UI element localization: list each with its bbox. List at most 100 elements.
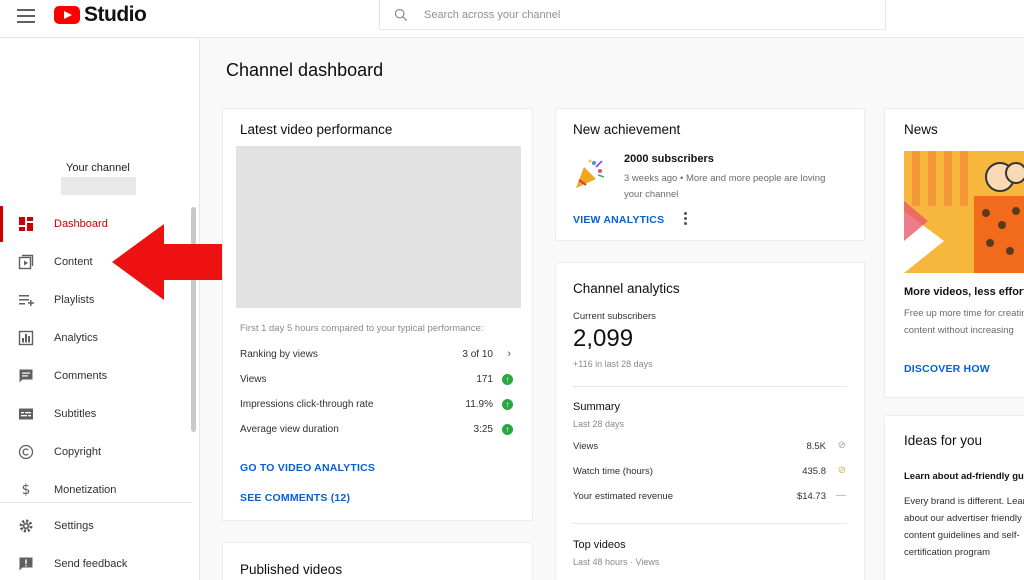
achievement-headline: 2000 subscribers (624, 153, 714, 165)
card-title: Latest video performance (240, 122, 393, 137)
channel-name-blurred (61, 177, 136, 195)
subtitles-icon (18, 406, 34, 422)
stat-row-ctr: Impressions click-through rate 11.9% ↑ (240, 399, 515, 415)
go-to-video-analytics-link[interactable]: GO TO VIDEO ANALYTICS (240, 462, 375, 474)
ideas-description-line: Every brand is different. Learn (904, 496, 1024, 507)
ideas-subtitle: Learn about ad-friendly guidelines (904, 471, 1024, 482)
sidebar-item-label: Analytics (54, 332, 99, 344)
card-title: Ideas for you (904, 433, 983, 448)
summary-label: Views (573, 441, 599, 452)
discover-how-link[interactable]: DISCOVER HOW (904, 363, 990, 375)
top-bar: Studio (0, 0, 1024, 38)
ideas-description-line: about our advertiser friendly (904, 513, 1022, 524)
copyright-icon (18, 444, 34, 460)
latest-video-card: Latest video performance First 1 day 5 h… (222, 108, 533, 521)
sidebar-item-copyright[interactable]: Copyright (0, 434, 192, 470)
channel-name-label[interactable]: Your channel (66, 162, 130, 174)
stat-label: Ranking by views (240, 349, 318, 360)
dash-icon: — (836, 490, 846, 501)
menu-icon[interactable] (17, 9, 35, 23)
feedback-icon (18, 556, 34, 572)
page-title: Channel dashboard (226, 60, 384, 80)
summary-row-revenue: Your estimated revenue $14.73 — (573, 490, 848, 505)
ideas-description: Every brand is different. Learn about ou… (904, 493, 1024, 561)
settings-icon (18, 518, 34, 534)
arrow-up-icon: ↑ (502, 399, 513, 410)
channel-analytics-card: Channel analytics Current subscribers 2,… (555, 262, 865, 580)
summary-value: $14.73 (796, 491, 826, 502)
card-title: Published videos (240, 562, 343, 577)
card-title: New achievement (573, 122, 681, 137)
published-videos-card: Published videos (222, 542, 533, 580)
sidebar-item-label: Monetization (54, 484, 117, 496)
check-circle-icon: ⊘ (837, 440, 846, 451)
logo-text: Studio (84, 3, 147, 26)
sidebar: Your channel Dashboard Content Playlists… (0, 39, 200, 580)
stat-value: 3 of 10 (462, 349, 493, 360)
stat-row-avd: Average view duration 3:25 ↑ (240, 424, 515, 440)
search-bar[interactable] (379, 0, 886, 30)
subscribers-label: Current subscribers (573, 311, 656, 322)
achievement-description: 3 weeks ago • More and more people are l… (624, 173, 826, 200)
sidebar-item-analytics[interactable]: Analytics (0, 320, 192, 356)
news-description: Free up more time for creating content w… (904, 305, 1024, 339)
sidebar-item-label: Content (54, 256, 93, 268)
top-videos-title: Top videos (573, 539, 626, 551)
divider (573, 523, 847, 524)
playlists-icon (18, 292, 34, 308)
summary-row-watch-time: Watch time (hours) 435.8 ⊘ (573, 465, 848, 480)
sidebar-item-comments[interactable]: Comments (0, 358, 192, 394)
news-card: News More videos, less effort Free up mo… (884, 108, 1024, 398)
summary-value: 8.5K (806, 441, 826, 452)
ideas-card: Ideas for you Learn about ad-friendly gu… (884, 415, 1024, 580)
stat-value: 171 (476, 374, 493, 385)
performance-note: First 1 day 5 hours compared to your typ… (240, 323, 484, 334)
subscribers-change: +116 in last 28 days (573, 359, 653, 369)
search-input[interactable] (424, 8, 824, 21)
view-analytics-link[interactable]: VIEW ANALYTICS (573, 214, 664, 226)
news-headline: More videos, less effort (904, 286, 1024, 298)
subscribers-value: 2,099 (573, 325, 634, 352)
chevron-right-icon: › (507, 348, 511, 360)
stat-row-ranking[interactable]: Ranking by views 3 of 10 › (240, 348, 515, 365)
dashboard-icon (18, 216, 34, 232)
video-thumbnail[interactable] (236, 146, 521, 308)
sidebar-item-label: Playlists (54, 294, 95, 306)
sidebar-item-send-feedback[interactable]: Send feedback (0, 546, 192, 580)
stat-label: Views (240, 374, 267, 385)
summary-label: Your estimated revenue (573, 491, 673, 502)
stat-value: 11.9% (465, 399, 493, 410)
sidebar-item-label: Comments (54, 370, 108, 382)
top-videos-period: Last 48 hours · Views (573, 557, 660, 567)
sidebar-item-settings[interactable]: Settings (0, 508, 192, 544)
news-illustration[interactable] (904, 151, 1024, 273)
stat-label: Average view duration (240, 424, 339, 435)
card-title: News (904, 122, 938, 137)
divider (573, 386, 847, 387)
sidebar-item-label: Settings (54, 520, 94, 532)
ideas-description-line: content guidelines and self- (904, 530, 1020, 541)
arrow-up-icon: ↑ (502, 374, 513, 385)
achievement-card: New achievement 2000 subscribers 3 weeks… (555, 108, 865, 241)
sidebar-item-label: Send feedback (54, 558, 128, 570)
news-description-line: Free up more time for creating (904, 308, 1024, 319)
party-popper-icon (576, 159, 605, 188)
summary-title: Summary (573, 401, 621, 413)
monetization-icon: $ (21, 482, 31, 498)
ideas-description-line: certification program (904, 547, 991, 558)
check-circle-icon: ⊘ (837, 465, 846, 476)
stat-label: Impressions click-through rate (240, 399, 374, 410)
more-options-icon[interactable] (684, 212, 688, 226)
arrow-up-icon: ↑ (502, 424, 513, 435)
summary-value: 435.8 (802, 466, 826, 477)
see-comments-link[interactable]: SEE COMMENTS (12) (240, 492, 350, 504)
studio-logo[interactable]: Studio (54, 3, 147, 26)
summary-row-views: Views 8.5K ⊘ (573, 440, 848, 455)
comments-icon (18, 368, 34, 384)
sidebar-item-subtitles[interactable]: Subtitles (0, 396, 192, 432)
content-icon (18, 254, 34, 270)
summary-label: Watch time (hours) (573, 466, 653, 477)
analytics-icon (18, 330, 34, 346)
sidebar-item-label: Dashboard (54, 218, 108, 230)
sidebar-divider (0, 502, 192, 503)
